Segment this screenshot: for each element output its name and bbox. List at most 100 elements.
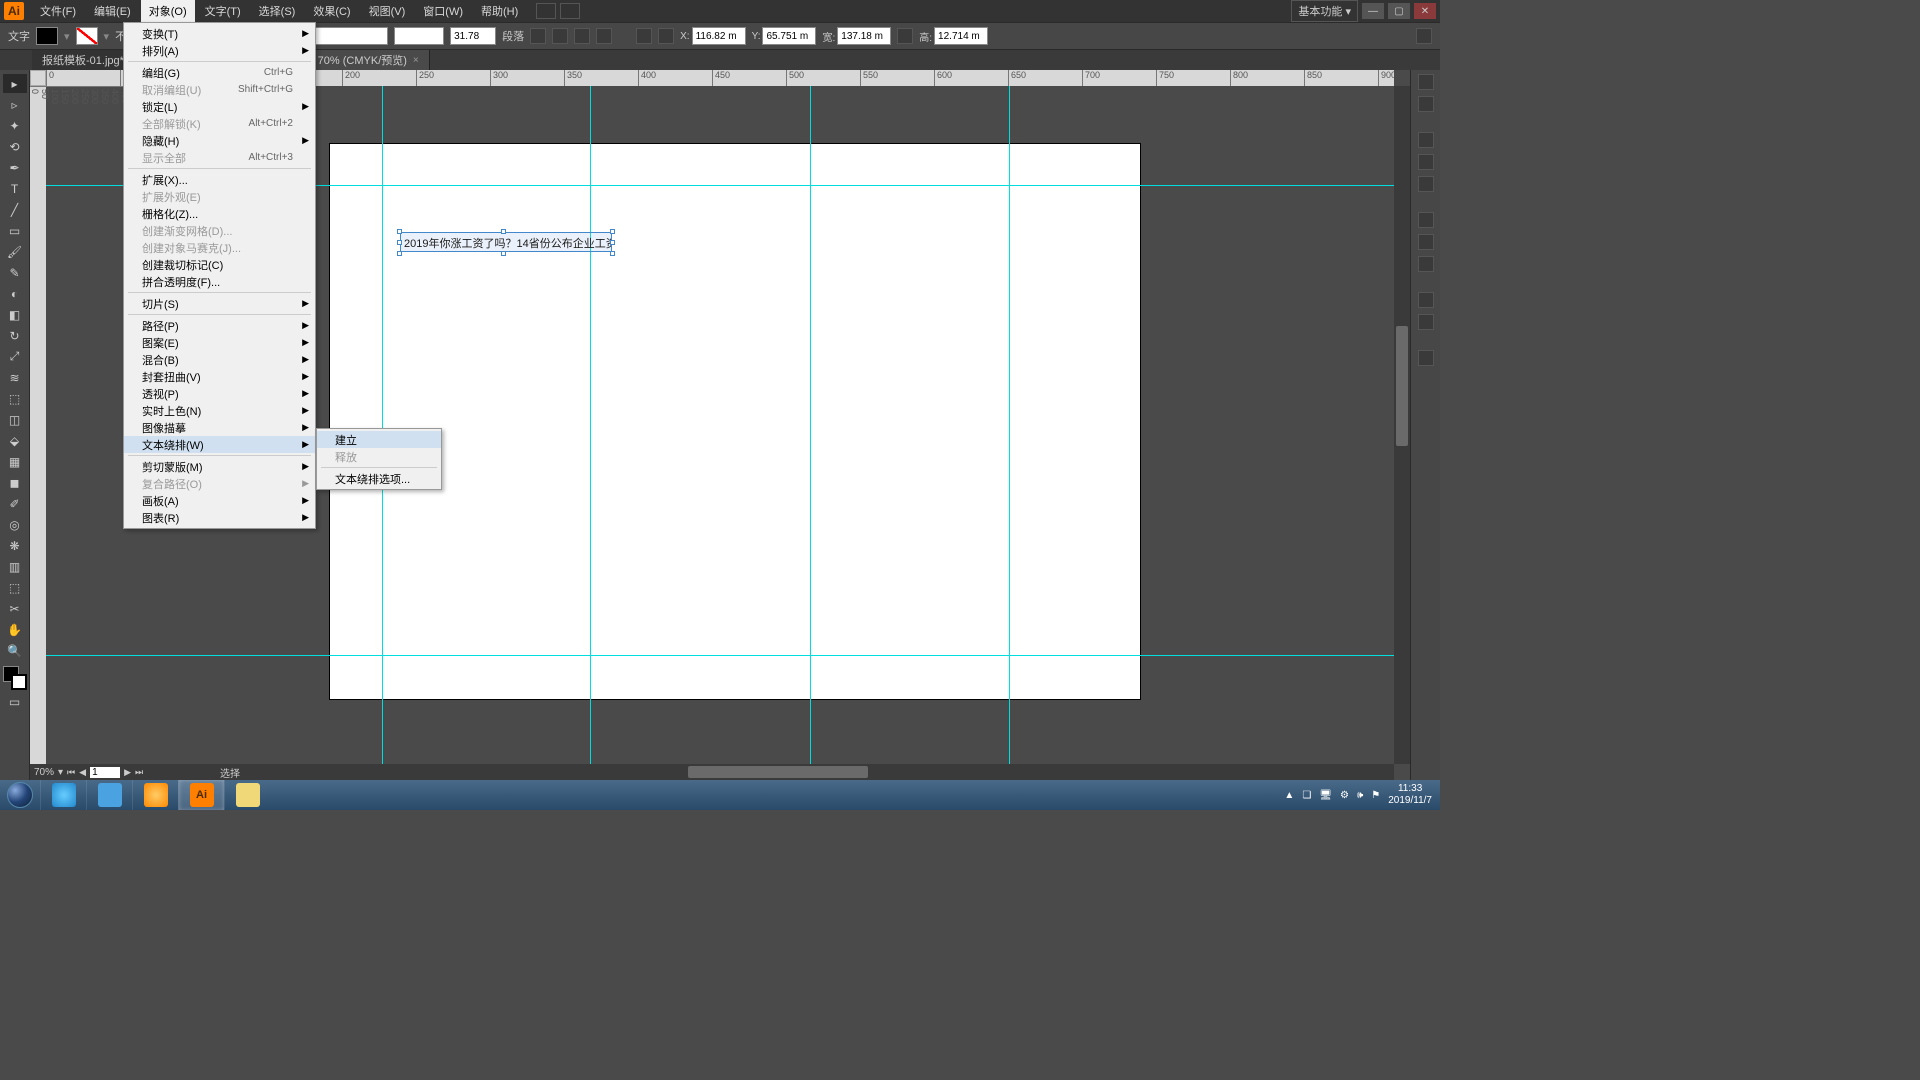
shape-builder-tool[interactable]: ◫: [3, 410, 27, 429]
menu-item[interactable]: 图案(E)▶: [124, 334, 315, 351]
menu-帮助[interactable]: 帮助(H): [473, 0, 526, 22]
direct-selection-tool[interactable]: ▹: [3, 95, 27, 114]
symbol-sprayer-tool[interactable]: ❋: [3, 536, 27, 555]
swatches-panel-icon[interactable]: [1418, 132, 1434, 148]
transparency-panel-icon[interactable]: [1418, 256, 1434, 272]
workspace-switcher[interactable]: 基本功能 ▾: [1291, 0, 1358, 22]
tray-icon[interactable]: ▲: [1284, 790, 1294, 801]
menu-item[interactable]: 实时上色(N)▶: [124, 402, 315, 419]
y-input[interactable]: [762, 27, 816, 45]
menu-item[interactable]: 排列(A)▶: [124, 42, 315, 59]
menu-文字[interactable]: 文字(T): [197, 0, 249, 22]
tray-icon[interactable]: ⚙: [1340, 790, 1349, 801]
tray-icon[interactable]: ⚑: [1371, 790, 1380, 801]
symbols-panel-icon[interactable]: [1418, 176, 1434, 192]
menu-item[interactable]: 隐藏(H)▶: [124, 132, 315, 149]
stroke-panel-icon[interactable]: [1418, 212, 1434, 228]
selection-tool[interactable]: ▸: [3, 74, 27, 93]
rotate-tool[interactable]: ↻: [3, 326, 27, 345]
first-artboard-icon[interactable]: ⏮: [67, 766, 75, 778]
width-tool[interactable]: ≋: [3, 368, 27, 387]
tray-icon[interactable]: 🕪: [1357, 790, 1363, 801]
screen-mode-icon[interactable]: ▭: [3, 692, 27, 711]
fill-stroke-control[interactable]: [3, 666, 27, 690]
selected-text-object[interactable]: 2019年你涨工资了吗？14省份公布企业工资指导线: [400, 232, 612, 252]
appearance-panel-icon[interactable]: [1418, 292, 1434, 308]
slice-tool[interactable]: ✂: [3, 599, 27, 618]
menu-item[interactable]: 变换(T)▶: [124, 25, 315, 42]
menu-item[interactable]: 图表(R)▶: [124, 509, 315, 526]
menu-item[interactable]: 锁定(L)▶: [124, 98, 315, 115]
perspective-tool[interactable]: ⬙: [3, 431, 27, 450]
x-input[interactable]: [692, 27, 746, 45]
align-panel-icon[interactable]: [596, 28, 612, 44]
tray-icon[interactable]: 🖥: [1319, 790, 1332, 801]
magic-wand-tool[interactable]: ✦: [3, 116, 27, 135]
h-input[interactable]: [934, 27, 988, 45]
ruler-origin[interactable]: [30, 70, 46, 86]
selection-handle[interactable]: [610, 240, 615, 245]
gradient-panel-icon[interactable]: [1418, 234, 1434, 250]
guide-line[interactable]: [590, 86, 591, 780]
artboard-number-input[interactable]: [90, 767, 120, 778]
horizontal-scrollbar[interactable]: [110, 764, 1394, 780]
scale-tool[interactable]: ⤢: [3, 347, 27, 366]
clock[interactable]: 11:33 2019/11/7: [1388, 783, 1432, 807]
rectangle-tool[interactable]: ▭: [3, 221, 27, 240]
selection-handle[interactable]: [501, 251, 506, 256]
w-input[interactable]: [837, 27, 891, 45]
guide-line[interactable]: [1009, 86, 1010, 780]
selection-handle[interactable]: [397, 251, 402, 256]
link-wh-icon[interactable]: [897, 28, 913, 44]
submenu-item[interactable]: 建立: [317, 431, 441, 448]
menu-效果[interactable]: 效果(C): [305, 0, 358, 22]
align-left-icon[interactable]: [530, 28, 546, 44]
menu-视图[interactable]: 视图(V): [361, 0, 414, 22]
system-tray[interactable]: ▲ ❏ 🖥 ⚙ 🕪 ⚑ 11:33 2019/11/7: [1284, 783, 1440, 807]
zoom-control[interactable]: 70%▾ ⏮ ◀ ▶ ⏭: [30, 764, 110, 780]
color-panel-icon[interactable]: [1418, 74, 1434, 90]
menu-item[interactable]: 切片(S)▶: [124, 295, 315, 312]
menu-item[interactable]: 剪切蒙版(M)▶: [124, 458, 315, 475]
line-tool[interactable]: ╱: [3, 200, 27, 219]
brushes-panel-icon[interactable]: [1418, 154, 1434, 170]
menu-item[interactable]: 路径(P)▶: [124, 317, 315, 334]
menu-窗口[interactable]: 窗口(W): [415, 0, 471, 22]
guide-line[interactable]: [46, 655, 1410, 656]
menu-item[interactable]: 图像描摹▶: [124, 419, 315, 436]
arrange-docs-icon[interactable]: [560, 3, 580, 19]
vertical-scrollbar[interactable]: [1394, 86, 1410, 764]
menu-选择[interactable]: 选择(S): [251, 0, 304, 22]
menu-item[interactable]: 创建裁切标记(C): [124, 256, 315, 273]
next-artboard-icon[interactable]: ▶: [124, 766, 131, 778]
graph-tool[interactable]: ▥: [3, 557, 27, 576]
menu-item[interactable]: 文本绕排(W)▶: [124, 436, 315, 453]
selection-handle[interactable]: [397, 240, 402, 245]
menu-文件[interactable]: 文件(F): [32, 0, 84, 22]
taskbar-app[interactable]: [132, 780, 178, 810]
menu-item[interactable]: 封套扭曲(V)▶: [124, 368, 315, 385]
menu-item[interactable]: 透视(P)▶: [124, 385, 315, 402]
close-button[interactable]: ✕: [1414, 3, 1436, 19]
tray-icon[interactable]: ❏: [1302, 790, 1311, 801]
align-right-icon[interactable]: [574, 28, 590, 44]
stroke-swatch[interactable]: [76, 27, 98, 45]
selection-handle[interactable]: [501, 229, 506, 234]
taskbar-illustrator[interactable]: Ai: [178, 780, 224, 810]
last-artboard-icon[interactable]: ⏭: [135, 766, 143, 778]
submenu-item[interactable]: 文本绕排选项...: [317, 470, 441, 487]
selection-handle[interactable]: [397, 229, 402, 234]
eyedropper-tool[interactable]: ✐: [3, 494, 27, 513]
menu-item[interactable]: 画板(A)▶: [124, 492, 315, 509]
type-tool[interactable]: T: [3, 179, 27, 198]
graphic-styles-panel-icon[interactable]: [1418, 314, 1434, 330]
menu-item[interactable]: 编组(G)Ctrl+G: [124, 64, 315, 81]
transform-panel-icon[interactable]: [658, 28, 674, 44]
taskbar-explorer[interactable]: [224, 780, 270, 810]
gradient-tool[interactable]: ◼: [3, 473, 27, 492]
guide-line[interactable]: [810, 86, 811, 780]
taskbar-app[interactable]: [86, 780, 132, 810]
menu-item[interactable]: 混合(B)▶: [124, 351, 315, 368]
font-style-input[interactable]: [394, 27, 444, 45]
mesh-tool[interactable]: ▦: [3, 452, 27, 471]
